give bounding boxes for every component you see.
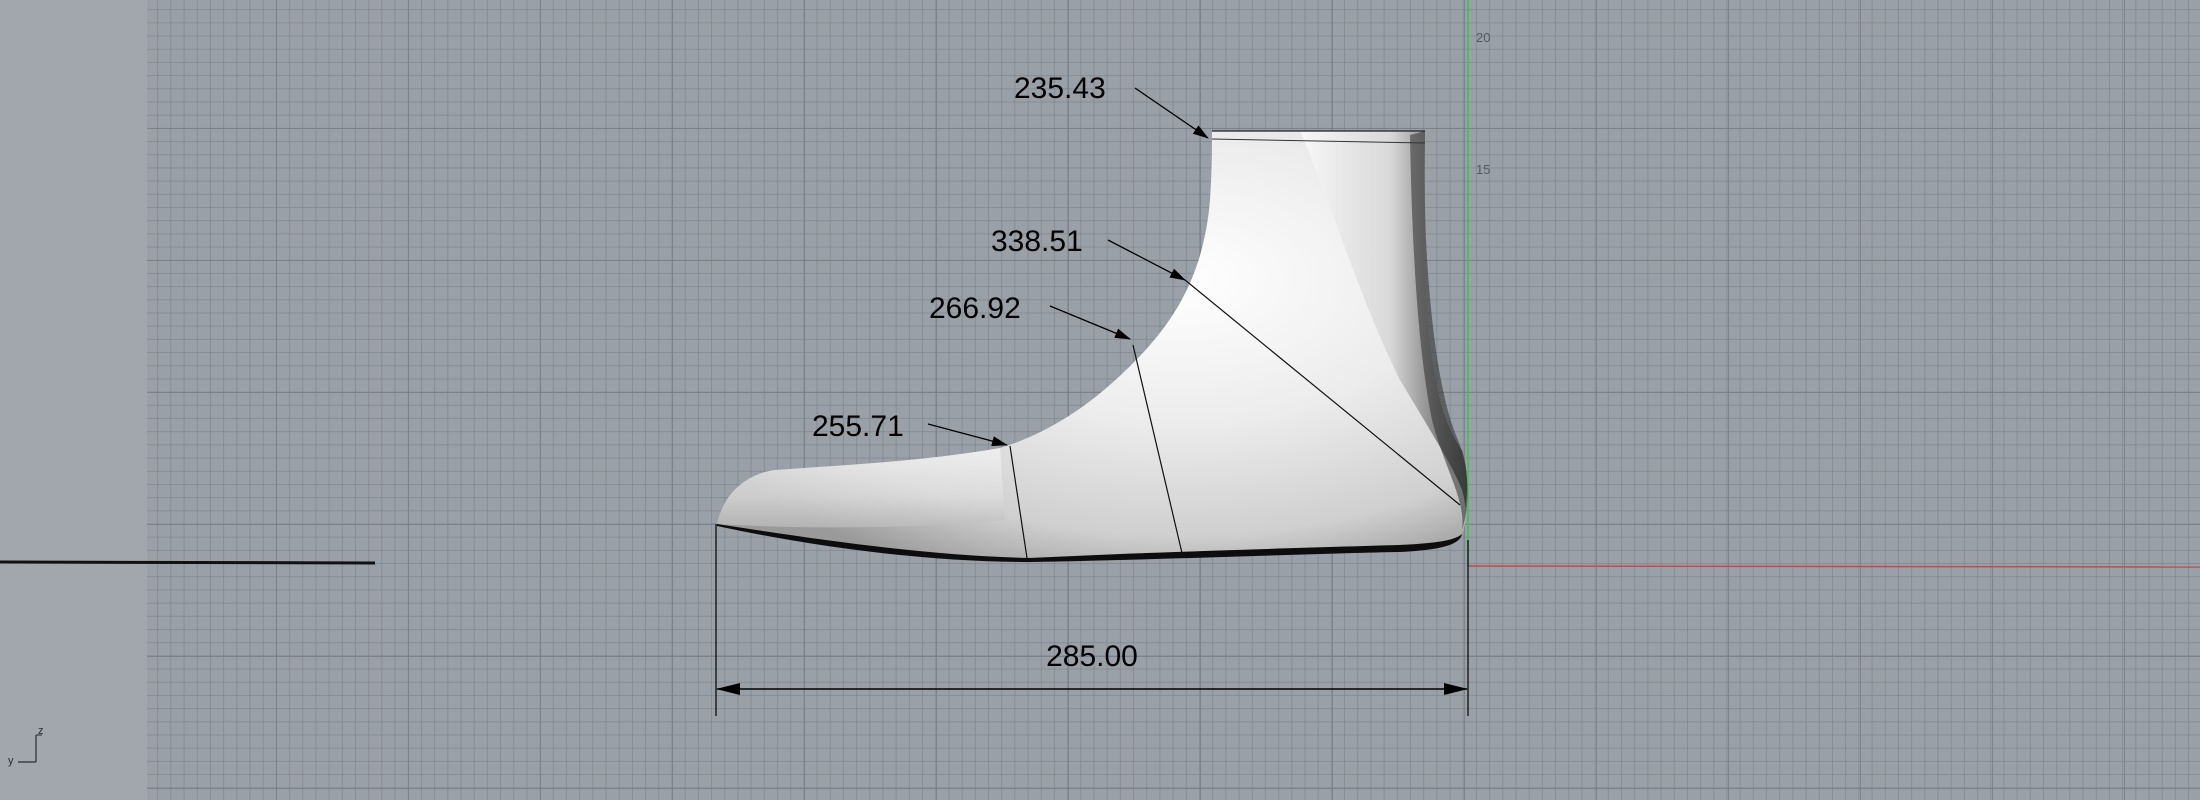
ruler-label-20: 20: [1476, 30, 1490, 45]
top-girth-leader: [1134, 87, 1209, 139]
ball-girth-annotation[interactable]: 255.71: [812, 410, 1008, 446]
viewport-scene[interactable]: 20 15 285.00 235.43 338.51 266.92 255.71…: [0, 0, 2200, 800]
top-girth-annotation[interactable]: 235.43: [1014, 72, 1209, 139]
ball-girth-leader: [927, 423, 1008, 446]
length-dimension-label: 285.00: [1046, 640, 1138, 673]
top-girth-label: 235.43: [1014, 72, 1106, 105]
instep-girth-label: 338.51: [991, 225, 1083, 258]
toe-surface: [717, 448, 1005, 528]
instep-girth-leader: [1107, 239, 1186, 281]
world-axis-icon: z y: [8, 725, 44, 767]
instep-girth-annotation[interactable]: 338.51: [991, 225, 1186, 281]
y-axis-label: y: [8, 755, 14, 767]
z-axis-label: z: [38, 725, 44, 737]
waist-girth-leader: [1049, 305, 1131, 340]
ball-girth-label: 255.71: [812, 410, 904, 443]
waist-girth-annotation[interactable]: 266.92: [929, 292, 1131, 340]
x-axis-line: [1467, 565, 2200, 568]
shoe-last-model[interactable]: [717, 130, 1468, 562]
ruler-label-15: 15: [1476, 162, 1490, 177]
waist-girth-label: 266.92: [929, 292, 1021, 325]
reference-line: [0, 560, 376, 565]
